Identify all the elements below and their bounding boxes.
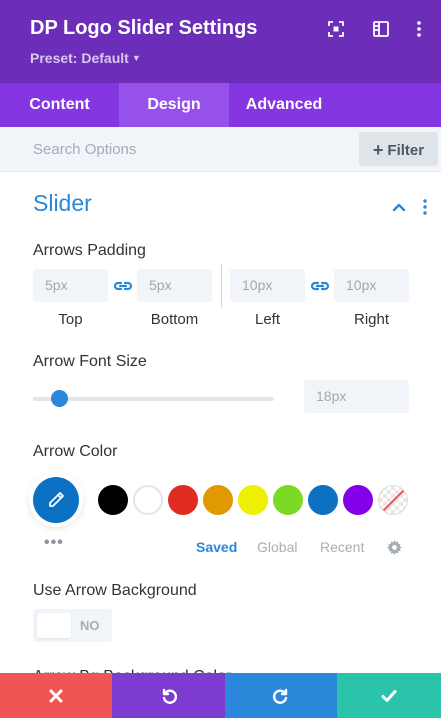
- preset-selector[interactable]: Preset: Default ▼: [30, 50, 141, 66]
- tab-content[interactable]: Content: [0, 83, 119, 127]
- color-tab-saved[interactable]: Saved: [196, 539, 237, 555]
- sidebar-toggle-icon[interactable]: [372, 20, 390, 38]
- eyedropper-icon: [49, 492, 64, 507]
- plus-icon: +: [372, 140, 384, 160]
- swatch-red[interactable]: [168, 485, 198, 515]
- padding-top-label: Top: [58, 311, 83, 328]
- chevron-up-icon[interactable]: [391, 199, 407, 215]
- color-tab-global[interactable]: Global: [257, 539, 297, 555]
- padding-right-label: Right: [353, 311, 390, 328]
- arrow-font-size-label: Arrow Font Size: [33, 353, 147, 370]
- undo-icon: [162, 688, 177, 704]
- close-icon: [49, 689, 63, 702]
- link-icon[interactable]: [113, 278, 133, 294]
- color-tab-recent[interactable]: Recent: [320, 539, 364, 555]
- swatch-green[interactable]: [273, 485, 303, 515]
- tab-bar: Content Design Advanced: [0, 83, 441, 127]
- check-icon: [381, 689, 397, 702]
- arrows-padding-label: Arrows Padding: [33, 242, 146, 259]
- font-size-input[interactable]: 18px: [304, 380, 409, 413]
- undo-button[interactable]: [112, 673, 225, 718]
- tab-design[interactable]: Design: [119, 83, 229, 127]
- padding-left-input[interactable]: 10px: [230, 269, 305, 302]
- swatch-white[interactable]: [133, 485, 163, 515]
- filter-label: Filter: [387, 142, 425, 159]
- toggle-state: NO: [80, 618, 100, 633]
- swatch-purple[interactable]: [343, 485, 373, 515]
- use-arrow-background-label: Use Arrow Background: [33, 582, 197, 599]
- cancel-button[interactable]: [0, 673, 112, 718]
- font-size-slider[interactable]: [33, 397, 274, 401]
- arrow-color-label: Arrow Color: [33, 443, 118, 460]
- padding-bottom-input[interactable]: 5px: [137, 269, 212, 302]
- swatch-transparent[interactable]: [378, 485, 408, 515]
- section-title[interactable]: Slider: [33, 190, 92, 217]
- color-picker-button[interactable]: [33, 477, 79, 523]
- modal-header: DP Logo Slider Settings Preset: Default ▼: [0, 0, 441, 83]
- padding-bottom-label: Bottom: [150, 311, 199, 328]
- save-button[interactable]: [337, 673, 441, 718]
- arrow-background-toggle[interactable]: NO: [33, 609, 112, 642]
- focus-icon[interactable]: [327, 20, 345, 38]
- gear-icon[interactable]: [387, 540, 402, 555]
- modal-title: DP Logo Slider Settings: [30, 17, 258, 39]
- more-vertical-icon[interactable]: [410, 20, 428, 38]
- modal-footer: [0, 673, 441, 718]
- swatch-yellow[interactable]: [238, 485, 268, 515]
- link-icon[interactable]: [310, 278, 330, 294]
- redo-button[interactable]: [225, 673, 337, 718]
- toggle-knob: [37, 613, 71, 638]
- swatch-blue[interactable]: [308, 485, 338, 515]
- padding-left-label: Left: [254, 311, 281, 328]
- section-more-icon[interactable]: [419, 198, 431, 216]
- caret-down-icon: ▼: [131, 53, 141, 63]
- swatch-orange[interactable]: [203, 485, 233, 515]
- more-colors-icon[interactable]: •••: [44, 534, 64, 552]
- swatch-black[interactable]: [98, 485, 128, 515]
- preset-label: Preset: Default: [30, 50, 129, 66]
- filter-button[interactable]: + Filter: [359, 132, 438, 166]
- redo-icon: [272, 688, 288, 704]
- font-size-slider-handle[interactable]: [51, 390, 68, 407]
- padding-top-input[interactable]: 5px: [33, 269, 108, 302]
- padding-right-input[interactable]: 10px: [334, 269, 409, 302]
- padding-divider: [221, 264, 222, 308]
- tab-advanced[interactable]: Advanced: [229, 83, 339, 127]
- search-input[interactable]: [0, 127, 350, 171]
